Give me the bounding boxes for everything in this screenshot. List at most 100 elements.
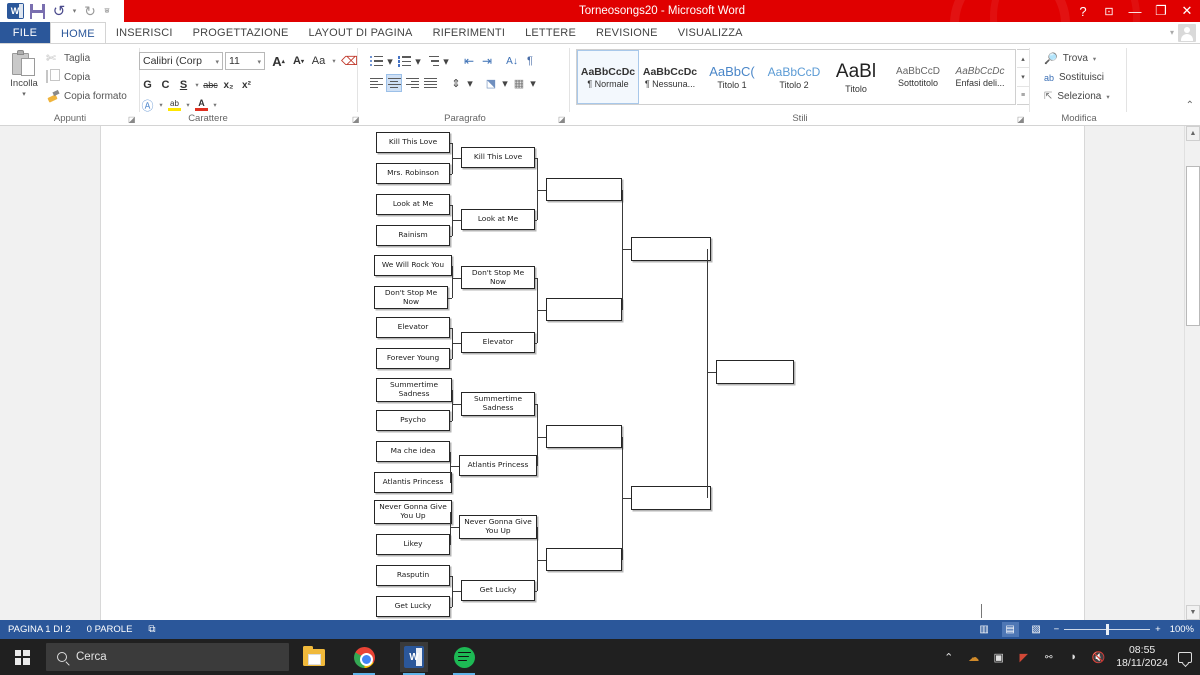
camera-icon[interactable]: ▣ — [991, 650, 1006, 665]
notification-icon[interactable] — [1178, 651, 1192, 663]
tab-inserisci[interactable]: INSERISCI — [106, 22, 183, 44]
shading-icon[interactable]: ⬔ — [483, 74, 499, 92]
highlight-caret-icon[interactable]: ▾ — [184, 96, 192, 114]
bracket-slot[interactable]: Rasputin — [376, 565, 450, 586]
style-normale[interactable]: AaBbCcDc ¶ Normale — [577, 50, 639, 104]
bracket-slot[interactable]: Look at Me — [376, 194, 450, 215]
select-caret-icon[interactable]: ▾ — [1106, 93, 1109, 101]
font-size-caret-icon[interactable]: ▾ — [257, 58, 261, 66]
close-button[interactable]: ✕ — [1174, 0, 1200, 22]
zoom-slider[interactable]: − + — [1054, 624, 1161, 635]
tab-home[interactable]: HOME — [50, 22, 106, 44]
tab-lettere[interactable]: LETTERE — [515, 22, 586, 44]
bracket-slot[interactable]: Look at Me — [461, 209, 535, 230]
zoom-in-button[interactable]: + — [1155, 624, 1161, 635]
bracket-slot[interactable]: Forever Young — [376, 348, 450, 369]
usb-icon[interactable]: ⚯ — [1041, 650, 1056, 665]
bracket-slot[interactable]: Ma che idea — [376, 441, 450, 462]
show-hidden-icons-button[interactable]: ⌃ — [941, 650, 956, 665]
taskbar-clock[interactable]: 08:55 18/11/2024 — [1116, 644, 1168, 670]
text-highlight-icon[interactable]: ab — [166, 96, 183, 114]
styles-more-icon[interactable]: ≡ — [1017, 87, 1029, 104]
print-layout-icon[interactable]: ▤ — [1001, 622, 1019, 637]
bracket-slot[interactable]: Elevator — [461, 332, 535, 353]
bracket-slot[interactable] — [546, 298, 622, 321]
bracket-slot[interactable]: Psycho — [376, 410, 450, 431]
taskbar-file-explorer[interactable] — [300, 642, 328, 672]
shrink-font-button[interactable]: A ▾ — [290, 52, 307, 70]
bracket-slot[interactable] — [716, 360, 794, 384]
font-color-caret-icon[interactable]: ▾ — [211, 96, 219, 114]
ribbon-display-options-button[interactable]: ⊡ — [1096, 0, 1122, 22]
font-name-combobox[interactable]: Calibri (Corp ▾ — [139, 52, 223, 70]
account-caret-icon[interactable]: ▾ — [1170, 28, 1174, 37]
save-icon[interactable] — [26, 1, 48, 21]
multilevel-list-icon[interactable] — [424, 52, 440, 70]
tab-riferimenti[interactable]: RIFERIMENTI — [423, 22, 515, 44]
subscript-button[interactable]: x₂ — [220, 76, 237, 94]
bracket-slot[interactable]: Summertime Sadness — [376, 378, 452, 402]
zoom-track[interactable] — [1064, 624, 1151, 635]
minimize-button[interactable]: — — [1122, 0, 1148, 22]
adobe-icon[interactable]: ◤ — [1016, 650, 1031, 665]
multilevel-caret-icon[interactable]: ▾ — [442, 52, 450, 70]
cut-button[interactable]: ✄ Taglia — [46, 49, 127, 68]
sort-icon[interactable]: A↓ — [504, 52, 520, 70]
shading-caret-icon[interactable]: ▾ — [501, 74, 509, 92]
collapse-ribbon-button[interactable]: ⌃ — [1186, 100, 1194, 111]
help-button[interactable]: ? — [1070, 0, 1096, 22]
format-painter-button[interactable]: Copia formato — [46, 87, 127, 106]
borders-icon[interactable]: ▦ — [511, 74, 527, 92]
bracket-slot[interactable]: Summertime Sadness — [461, 392, 535, 416]
italic-button[interactable]: C — [157, 76, 174, 94]
bracket-slot[interactable]: We Will Rock You — [374, 255, 452, 276]
taskbar-google-chrome[interactable] — [350, 642, 378, 675]
style-sottotitolo[interactable]: AaBbCcD Sottotitolo — [887, 50, 949, 104]
text-effects-icon[interactable]: Ⓐ — [139, 96, 156, 114]
bracket-slot[interactable]: Never Gonna Give You Up — [374, 500, 452, 524]
bracket-slot[interactable]: Mrs. Robinson — [376, 163, 450, 184]
taskbar-microsoft-word[interactable]: W — [400, 642, 428, 675]
zoom-thumb[interactable] — [1106, 624, 1110, 635]
bracket-slot[interactable]: Elevator — [376, 317, 450, 338]
bracket-slot[interactable]: Kill This Love — [461, 147, 535, 168]
select-button[interactable]: ⇱ Seleziona ▾ — [1044, 87, 1110, 106]
bullet-caret-icon[interactable]: ▾ — [386, 52, 394, 70]
tab-revisione[interactable]: REVISIONE — [586, 22, 668, 44]
stili-dialog-launcher[interactable]: ◪ — [1017, 115, 1026, 124]
text-effects-caret-icon[interactable]: ▾ — [157, 96, 165, 114]
bracket-slot[interactable]: Get Lucky — [461, 580, 535, 601]
font-name-caret-icon[interactable]: ▾ — [215, 58, 219, 66]
borders-caret-icon[interactable]: ▾ — [529, 74, 537, 92]
bracket-slot[interactable]: Likey — [376, 534, 450, 555]
bracket-slot[interactable]: Atlantis Princess — [374, 472, 452, 493]
page-indicator[interactable]: PAGINA 1 DI 2 — [8, 624, 71, 635]
copy-button[interactable]: Copia — [46, 68, 127, 87]
document-page[interactable]: Kill This Love Mrs. Robinson Look at Me Rai… — [100, 126, 1085, 620]
styles-scroll-down-icon[interactable]: ▾ — [1017, 68, 1029, 87]
align-right-icon[interactable] — [404, 74, 420, 92]
style-nessuna-spaziatura[interactable]: AaBbCcDc ¶ Nessuna... — [639, 50, 701, 104]
bracket-slot[interactable]: Get Lucky — [376, 596, 450, 617]
tab-file[interactable]: FILE — [0, 22, 50, 44]
taskbar-search[interactable]: Cerca — [46, 643, 289, 671]
bracket-slot[interactable] — [631, 486, 711, 510]
scroll-up-button[interactable]: ▲ — [1186, 126, 1200, 141]
undo-icon[interactable]: ↺ — [48, 1, 70, 21]
decrease-indent-icon[interactable]: ⇤ — [461, 52, 477, 70]
numbered-caret-icon[interactable]: ▾ — [414, 52, 422, 70]
paste-caret-icon[interactable]: ▾ — [6, 90, 42, 98]
bracket-slot[interactable]: Never Gonna Give You Up — [459, 515, 537, 539]
scroll-down-button[interactable]: ▼ — [1186, 605, 1200, 620]
bracket-slot[interactable]: Rainism — [376, 225, 450, 246]
web-layout-icon[interactable]: ▧ — [1028, 622, 1045, 637]
word-count[interactable]: 0 PAROLE — [87, 624, 133, 635]
replace-button[interactable]: ab Sostituisci — [1044, 68, 1110, 87]
change-case-caret-icon[interactable]: ▾ — [330, 52, 338, 70]
tab-progettazione[interactable]: PROGETTAZIONE — [183, 22, 299, 44]
paste-button[interactable]: Incolla ▾ — [6, 48, 42, 110]
bracket-slot[interactable] — [546, 425, 622, 448]
superscript-button[interactable]: x² — [238, 76, 255, 94]
taskbar-spotify[interactable] — [450, 642, 478, 675]
justify-icon[interactable] — [422, 74, 438, 92]
